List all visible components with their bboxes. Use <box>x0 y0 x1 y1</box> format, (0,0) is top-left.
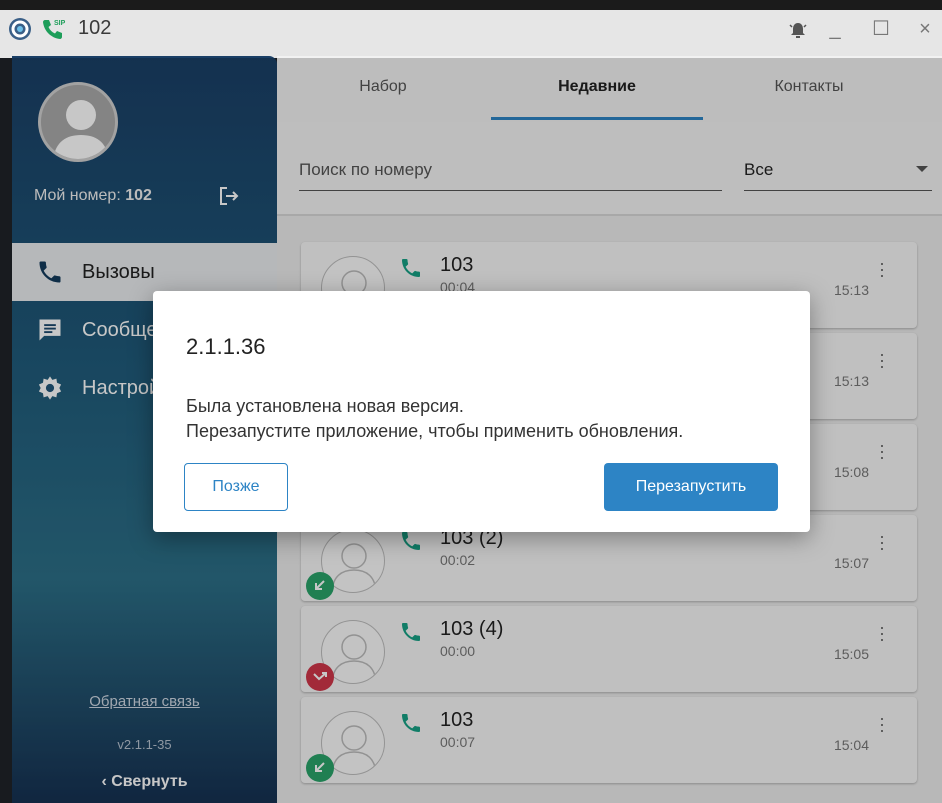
dialog-title: 2.1.1.36 <box>186 334 266 359</box>
restart-button[interactable]: Перезапустить <box>604 463 778 511</box>
dialog-message-line-2: Перезапустите приложение, чтобы применит… <box>186 421 684 441</box>
dialog-message-line-1: Была установлена новая версия. <box>186 396 464 416</box>
maximize-button[interactable]: ☐ <box>868 14 894 44</box>
later-button[interactable]: Позже <box>184 463 288 511</box>
minimize-button[interactable]: _ <box>822 14 848 44</box>
update-dialog: 2.1.1.36 Была установлена новая версия. … <box>153 291 810 532</box>
close-button[interactable]: × <box>912 14 938 44</box>
svg-text:SIP: SIP <box>54 20 66 27</box>
app-logo-icon <box>9 18 31 40</box>
window-titlebar: SIP 102 _ ☐ × <box>0 0 942 58</box>
window-title: 102 <box>78 17 112 39</box>
sip-phone-icon: SIP <box>40 16 66 42</box>
alarm-bell-icon[interactable] <box>787 19 809 41</box>
